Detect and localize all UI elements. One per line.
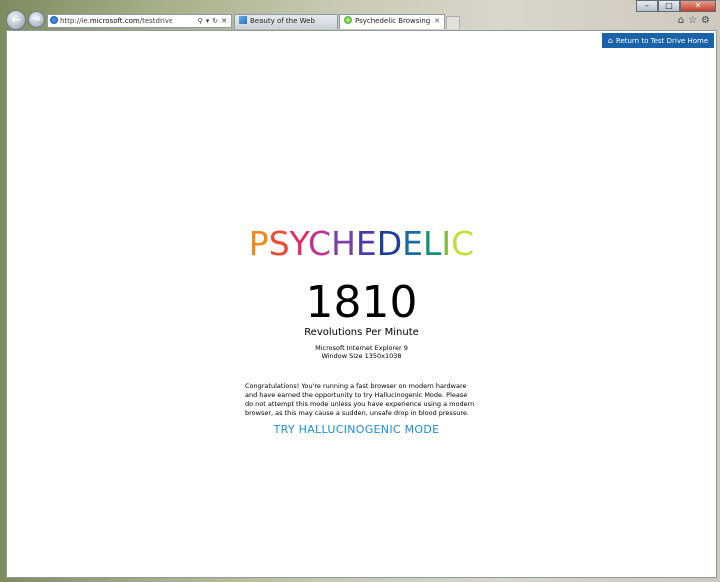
title-letter: C: [308, 224, 332, 263]
title-letter: D: [376, 224, 403, 263]
window-controls: – □ ✕: [636, 0, 716, 12]
browser-chrome: ← → http://ie.microsoft.com/testdrive/Pe…: [0, 0, 720, 30]
title-letter: E: [402, 224, 424, 263]
home-icon[interactable]: ⌂: [678, 15, 688, 26]
tab-psychedelic-browsing[interactable]: Psychedelic Browsing ✕: [339, 14, 445, 29]
title-letter: P: [248, 224, 269, 263]
ie-favicon-icon: [50, 16, 58, 24]
title-letter: E: [355, 224, 377, 263]
window-size: Window Size 1350x1038: [321, 352, 402, 360]
search-icon[interactable]: ⚲: [198, 17, 206, 25]
home-icon: ⌂: [607, 36, 613, 45]
back-arrow-icon: ←: [11, 13, 21, 26]
minimize-button[interactable]: –: [636, 0, 658, 12]
new-tab-button[interactable]: [446, 16, 460, 29]
browser-info: Microsoft Internet Explorer 9 Window Siz…: [7, 344, 716, 360]
page-content: ⌂ Return to Test Drive Home PSYCHEDELIC 1…: [6, 30, 717, 578]
gear-icon[interactable]: ⚙: [701, 15, 714, 26]
tab-label: Psychedelic Browsing: [355, 17, 431, 25]
return-button-label: Return to Test Drive Home: [615, 37, 709, 45]
rpm-label: Revolutions Per Minute: [304, 327, 419, 338]
stop-icon[interactable]: ✕: [221, 17, 230, 25]
url-path: /testdrive/Performan: [139, 17, 172, 25]
maximize-button[interactable]: □: [658, 0, 680, 12]
tab-beauty-of-the-web[interactable]: Beauty of the Web: [234, 14, 338, 29]
toolbar-icons: ⌂☆⚙: [678, 15, 714, 26]
page-title: PSYCHEDELIC: [7, 224, 716, 264]
title-letter: L: [423, 224, 442, 263]
tab-label: Beauty of the Web: [250, 17, 315, 25]
url-host: microsoft.com: [89, 17, 140, 25]
title-letter: C: [451, 224, 475, 263]
title-letter: Y: [289, 224, 309, 263]
browser-window: ← → http://ie.microsoft.com/testdrive/Pe…: [0, 0, 720, 582]
forward-arrow-icon: →: [31, 12, 42, 25]
refresh-icon[interactable]: ↻: [212, 17, 221, 25]
rpm-value: 1810: [305, 277, 418, 328]
congrats-text: Congratulations! You're running a fast b…: [245, 382, 475, 417]
url-prefix: http://ie.: [60, 17, 90, 25]
return-to-test-drive-home-button[interactable]: ⌂ Return to Test Drive Home: [602, 33, 714, 48]
address-actions: ⚲▾↻✕: [198, 15, 230, 27]
back-button[interactable]: ←: [6, 10, 26, 30]
tab-favicon-icon: [344, 16, 352, 24]
browser-name: Microsoft Internet Explorer 9: [315, 344, 408, 352]
tab-favicon-icon: [239, 16, 247, 24]
star-icon[interactable]: ☆: [688, 15, 701, 26]
forward-button[interactable]: →: [28, 11, 45, 28]
close-tab-icon[interactable]: ✕: [434, 15, 440, 28]
title-letter: S: [268, 224, 290, 263]
address-bar[interactable]: http://ie.microsoft.com/testdrive/Perfor…: [47, 14, 232, 28]
close-window-button[interactable]: ✕: [680, 0, 716, 12]
try-hallucinogenic-mode-link[interactable]: TRY HALLUCINOGENIC MODE: [7, 423, 706, 436]
title-letter: I: [441, 224, 452, 263]
title-letter: H: [331, 224, 356, 263]
address-url: http://ie.microsoft.com/testdrive/Perfor…: [60, 15, 172, 27]
